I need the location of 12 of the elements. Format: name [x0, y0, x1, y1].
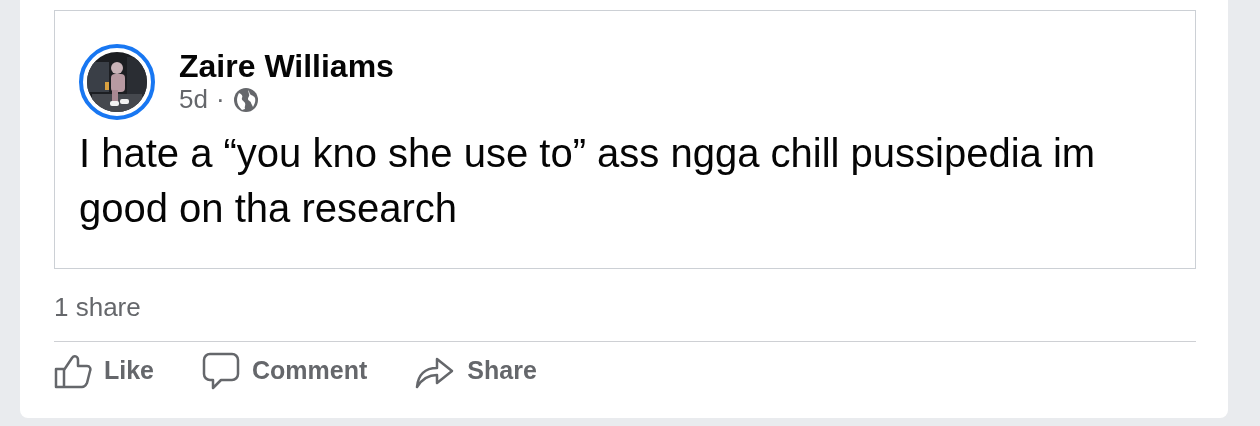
share-count[interactable]: 1 share [54, 288, 1196, 327]
like-button[interactable]: Like [54, 342, 155, 400]
separator: · [215, 84, 225, 116]
speech-bubble-icon [202, 352, 241, 390]
author-name[interactable]: Zaire Williams [179, 48, 394, 84]
thumbs-up-icon [54, 353, 92, 389]
post-text: I hate a “you kno she use to” ass ngga chill pussipedia im good on tha research [79, 130, 1097, 232]
share-button[interactable]: Share [415, 342, 537, 400]
globe-icon [232, 86, 259, 113]
comment-button[interactable]: Comment [202, 342, 368, 400]
avatar[interactable] [79, 44, 155, 120]
post-time[interactable]: 5d [179, 84, 208, 116]
